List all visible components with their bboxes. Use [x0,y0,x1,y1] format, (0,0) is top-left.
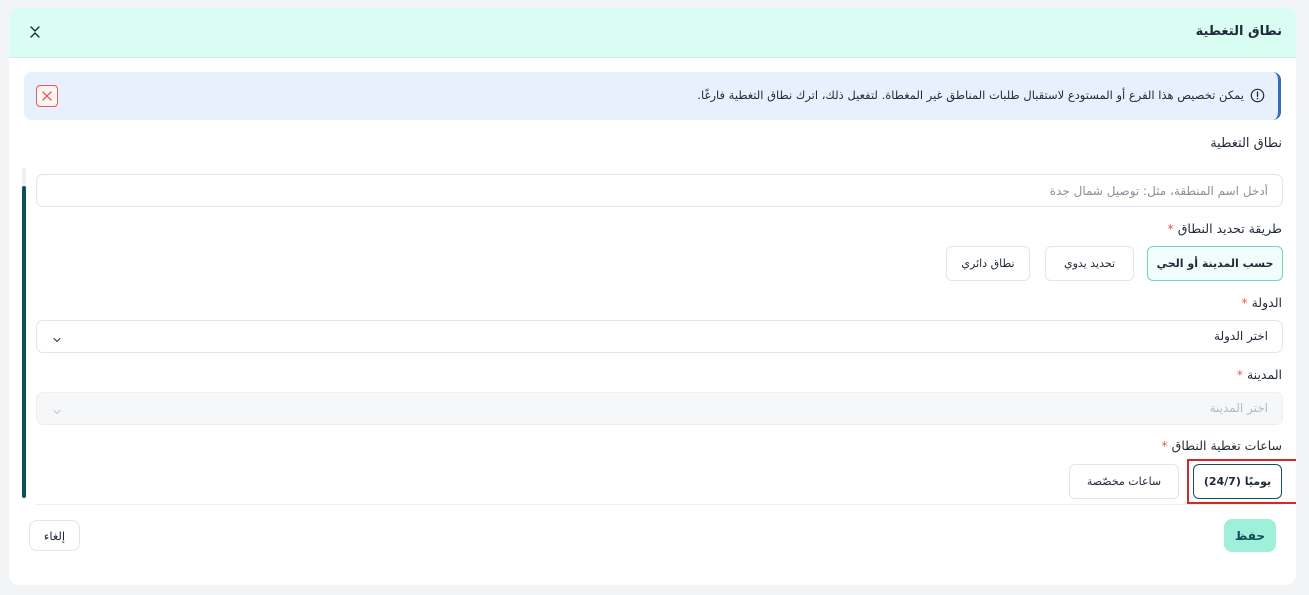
city-label-text: المدينة [1246,367,1282,382]
cancel-button[interactable]: إلغاء [29,520,80,551]
hours-option-custom[interactable]: ساعات مخصّصة [1069,464,1179,499]
method-option-city[interactable]: حسب المدينة أو الحي [1147,246,1283,281]
country-label: الدولة * [1241,295,1282,310]
hours-label-text: ساعات تغطية النطاق [1171,438,1282,453]
method-label: طريقة تحديد النطاق * [1168,221,1283,236]
info-alert: يمكن تخصيص هذا الفرع أو المستودع لاستقبا… [24,72,1281,120]
info-icon [1250,88,1265,103]
alert-text: يمكن تخصيص هذا الفرع أو المستودع لاستقبا… [697,88,1244,102]
close-icon [42,91,52,101]
country-select[interactable]: اختر الدولة [36,320,1283,353]
modal-title: نطاق التغطية [1195,24,1282,39]
hours-label: ساعات تغطية النطاق * [1161,438,1282,453]
modal-header: نطاق التغطية [9,8,1296,58]
save-button[interactable]: حفظ [1224,519,1276,552]
required-mark: * [1167,221,1174,236]
section-title: نطاق التغطية [1210,136,1282,151]
method-label-text: طريقة تحديد النطاق [1177,221,1282,236]
hours-option-daily[interactable]: يوميًا (24/7) [1193,464,1282,499]
zone-name-input[interactable] [36,174,1283,207]
city-select: اختر المدينة [36,392,1283,425]
collapse-close-icon[interactable] [27,24,43,40]
required-mark: * [1161,438,1168,453]
method-option-circular[interactable]: نطاق دائري [946,246,1030,281]
footer-divider [36,504,1283,505]
alert-close-button[interactable] [36,85,58,107]
scrollbar-thumb[interactable] [22,186,26,498]
chevron-down-icon [51,331,63,343]
country-label-text: الدولة [1251,295,1282,310]
country-select-value: اختر الدولة [1214,329,1268,343]
chevron-down-icon [51,403,63,415]
city-label: المدينة * [1237,367,1282,382]
required-mark: * [1236,367,1243,382]
required-mark: * [1241,295,1248,310]
city-select-value: اختر المدينة [1209,401,1268,415]
method-option-manual[interactable]: تحديد يدوي [1045,246,1134,281]
coverage-modal: نطاق التغطية يمكن تخصيص هذا الفرع أو الم… [9,8,1296,585]
